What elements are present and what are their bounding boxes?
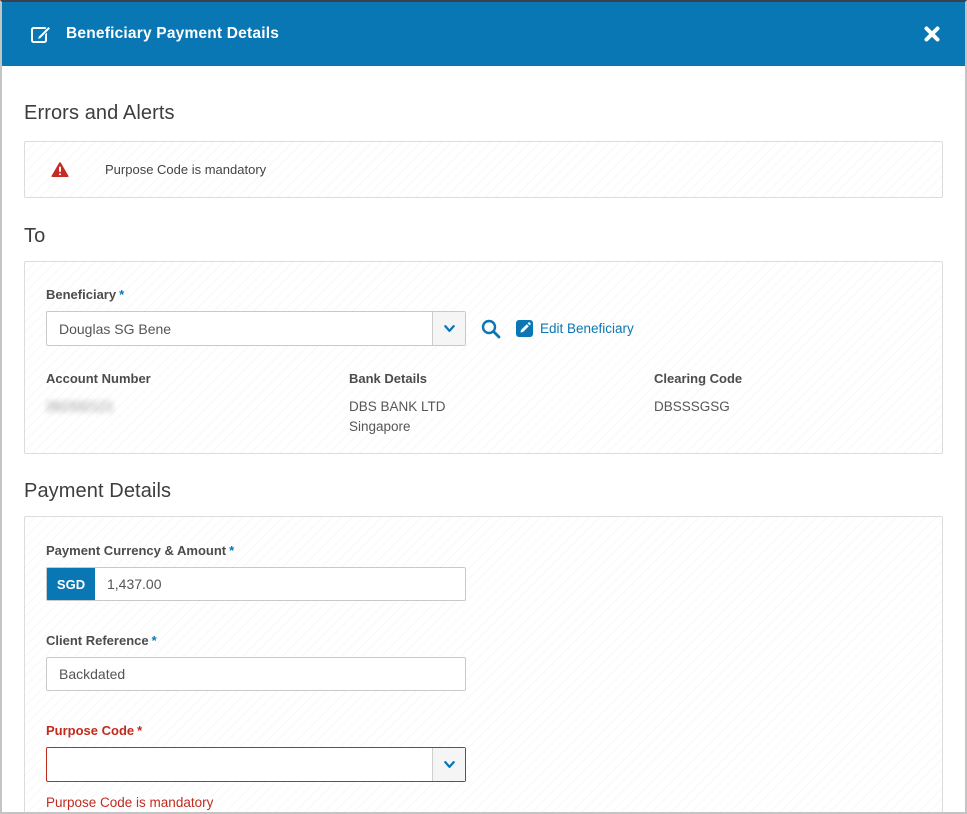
clearing-code-value: DBSSSGSG: [654, 397, 921, 417]
clearing-code-label: Clearing Code: [654, 371, 921, 386]
beneficiary-payment-details-modal: Beneficiary Payment Details Errors and A…: [0, 0, 967, 814]
chevron-down-icon[interactable]: [432, 748, 465, 781]
currency-amount-control: SGD: [46, 567, 466, 601]
beneficiary-row: Douglas SG Bene: [46, 311, 921, 346]
bank-details-label: Bank Details: [349, 371, 654, 386]
clearing-code-column: Clearing Code DBSSSGSG: [654, 371, 921, 437]
payment-currency-amount-label: Payment Currency & Amount*: [46, 543, 921, 558]
client-reference-field: Client Reference*: [46, 633, 921, 691]
amount-input[interactable]: [95, 568, 465, 600]
payment-details-panel: Payment Currency & Amount* SGD Client Re…: [24, 516, 943, 814]
edit-beneficiary-label: Edit Beneficiary: [540, 321, 634, 336]
modal-body: Errors and Alerts Purpose Code is mandat…: [2, 102, 965, 814]
warning-triangle-icon: [51, 162, 69, 178]
account-number-column: Account Number 262332121: [46, 371, 349, 437]
purpose-code-label: Purpose Code*: [46, 723, 921, 738]
chevron-down-icon[interactable]: [432, 312, 465, 345]
account-number-label: Account Number: [46, 371, 349, 386]
close-icon[interactable]: [919, 21, 945, 47]
client-reference-label: Client Reference*: [46, 633, 921, 648]
client-reference-input[interactable]: [47, 658, 465, 690]
beneficiary-details-grid: Account Number 262332121 Bank Details DB…: [46, 371, 921, 437]
search-icon[interactable]: [480, 318, 502, 340]
bank-details-column: Bank Details DBS BANK LTD Singapore: [349, 371, 654, 437]
modal-title: Beneficiary Payment Details: [66, 25, 279, 43]
currency-badge[interactable]: SGD: [47, 568, 95, 600]
errors-and-alerts-heading: Errors and Alerts: [24, 102, 943, 125]
purpose-code-error-message: Purpose Code is mandatory: [46, 795, 921, 810]
beneficiary-select-value: Douglas SG Bene: [47, 312, 432, 345]
purpose-code-select-value: [47, 748, 432, 781]
alert-message: Purpose Code is mandatory: [105, 162, 266, 177]
to-heading: To: [24, 225, 943, 248]
edit-square-icon: [516, 320, 533, 337]
required-asterisk: *: [152, 633, 157, 648]
required-asterisk: *: [229, 543, 234, 558]
payment-details-heading: Payment Details: [24, 480, 943, 503]
alerts-panel: Purpose Code is mandatory: [24, 141, 943, 198]
compose-edit-icon: [30, 23, 52, 45]
purpose-code-field: Purpose Code* Purpose Code is mandatory: [46, 723, 921, 810]
client-reference-control: [46, 657, 466, 691]
required-asterisk: *: [119, 287, 124, 302]
edit-beneficiary-link[interactable]: Edit Beneficiary: [516, 320, 634, 337]
purpose-code-select[interactable]: [46, 747, 466, 782]
bank-details-value: DBS BANK LTD Singapore: [349, 397, 654, 437]
to-panel: Beneficiary* Douglas SG Bene: [24, 261, 943, 454]
account-number-value: 262332121: [46, 397, 349, 417]
beneficiary-label: Beneficiary*: [46, 287, 921, 302]
beneficiary-select[interactable]: Douglas SG Bene: [46, 311, 466, 346]
payment-currency-amount-field: Payment Currency & Amount* SGD: [46, 543, 921, 601]
required-asterisk: *: [137, 723, 142, 738]
modal-header: Beneficiary Payment Details: [2, 2, 965, 66]
